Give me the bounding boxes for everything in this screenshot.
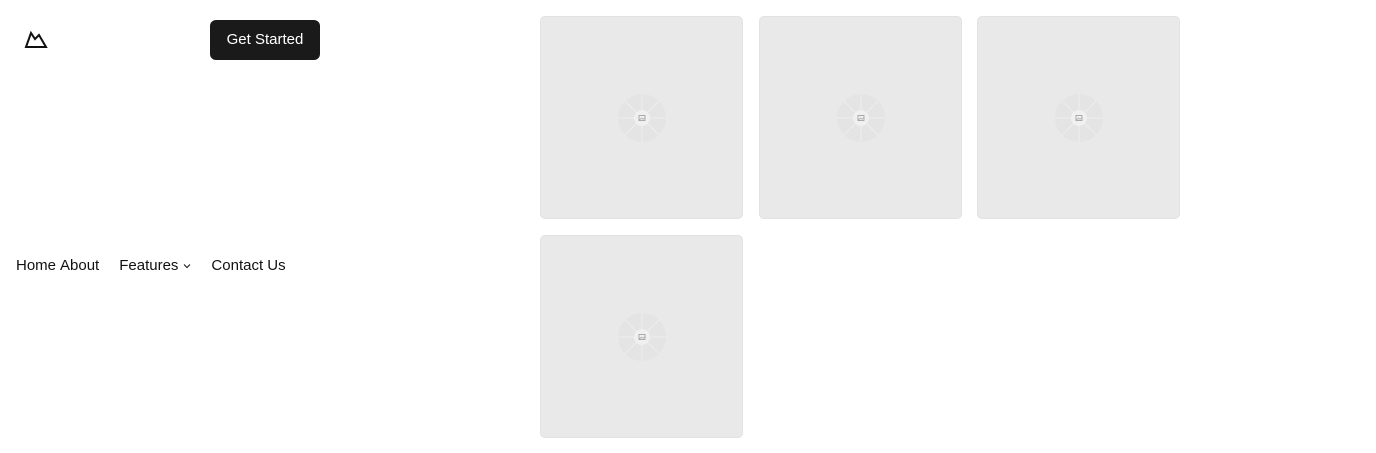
- get-started-button[interactable]: Get Started: [210, 20, 320, 60]
- nav-item-home[interactable]: Home: [16, 257, 56, 274]
- image-placeholder-icon: [836, 93, 885, 142]
- nav-item-contact-us[interactable]: Contact Us: [211, 257, 285, 274]
- gallery-tile[interactable]: [759, 16, 962, 219]
- main-nav: Home About Features Contact Us: [16, 257, 286, 274]
- nav-item-features[interactable]: Features: [119, 257, 191, 274]
- image-placeholder-icon: [617, 93, 666, 142]
- image-placeholder-icon: [1054, 93, 1103, 142]
- mountain-logo-icon[interactable]: [24, 28, 50, 52]
- page: Get Started Home About Features Contact …: [0, 0, 1376, 453]
- nav-item-features-label: Features: [119, 257, 179, 274]
- image-placeholder-icon: [617, 312, 666, 361]
- nav-item-about[interactable]: About: [60, 257, 99, 274]
- chevron-down-icon: [184, 263, 191, 268]
- gallery-tile[interactable]: [540, 235, 743, 438]
- gallery-tile[interactable]: [977, 16, 1180, 219]
- gallery-tile[interactable]: [540, 16, 743, 219]
